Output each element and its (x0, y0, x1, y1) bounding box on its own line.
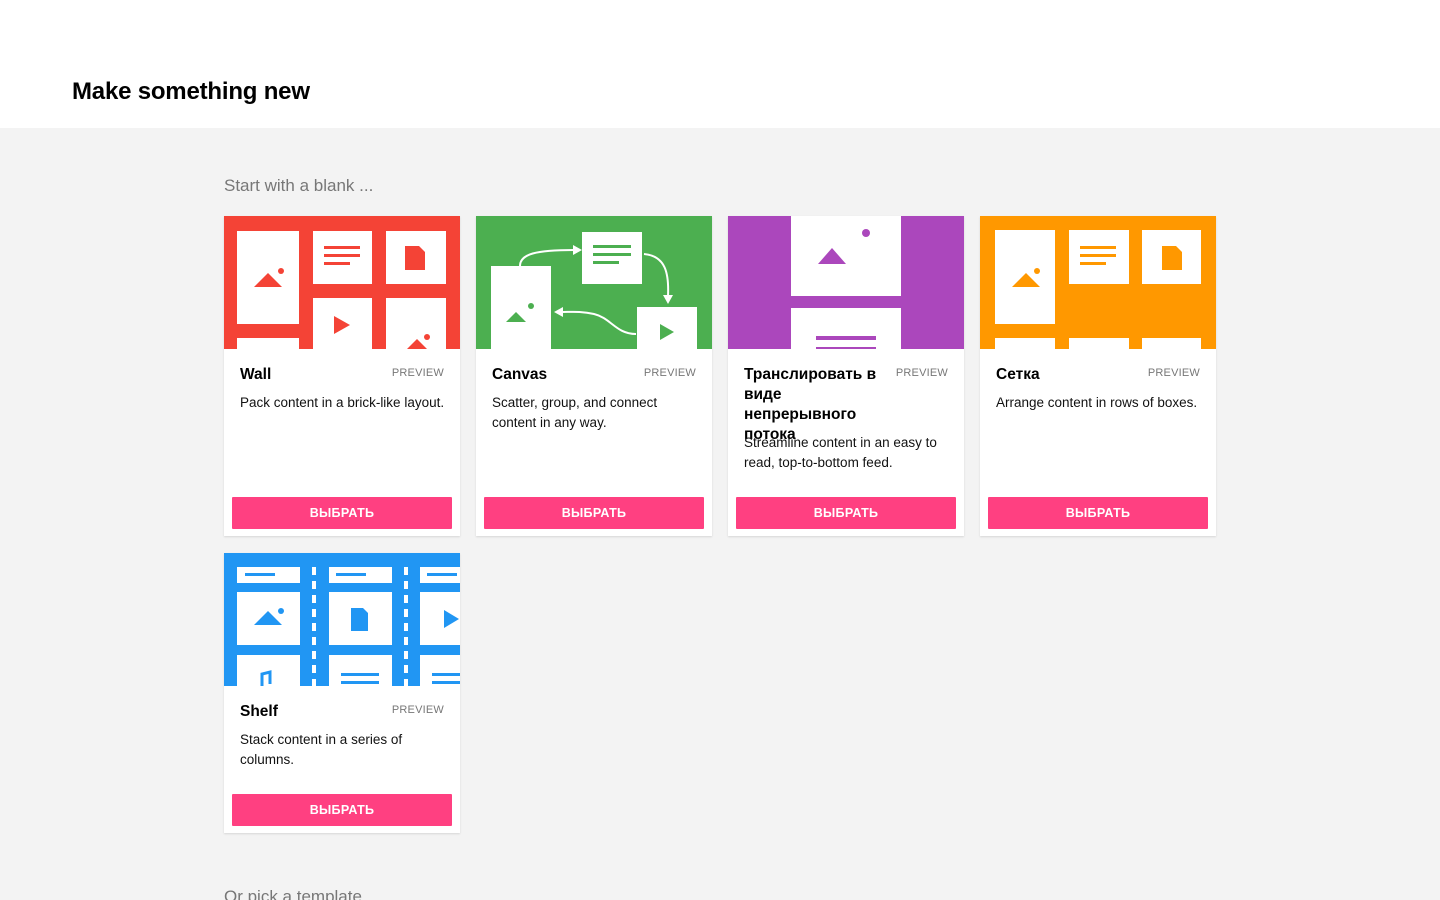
select-stream-button[interactable]: ВЫБРАТЬ (736, 497, 956, 529)
card-description: Scatter, group, and connect content in a… (492, 395, 658, 430)
preview-badge: PREVIEW (391, 367, 444, 379)
canvas-card: Canvas PREVIEW Scatter, group, and conne… (476, 216, 712, 536)
stream-card: Транслировать в виде непрерывного потока… (728, 216, 964, 536)
preview-badge: PREVIEW (1147, 367, 1200, 379)
shelf-card: Shelf PREVIEW Stack content in a series … (224, 553, 460, 833)
card-description: Stack content in a series of columns. (240, 732, 403, 767)
card-description: Streamline content in an easy to read, t… (744, 435, 937, 470)
card-title: Сетка (996, 366, 1040, 383)
wall-thumbnail (224, 216, 460, 349)
shelf-thumbnail (224, 553, 460, 686)
canvas-thumbnail (476, 216, 712, 349)
stream-thumbnail (728, 216, 964, 349)
select-grid-button[interactable]: ВЫБРАТЬ (988, 497, 1208, 529)
top-bar: Make something new (0, 0, 1440, 128)
card-title: Canvas (492, 366, 548, 383)
select-shelf-button[interactable]: ВЫБРАТЬ (232, 794, 452, 826)
preview-badge: PREVIEW (895, 367, 948, 379)
blank-section-label: Start with a blank ... (224, 176, 374, 195)
preview-badge: PREVIEW (643, 367, 696, 379)
select-canvas-button[interactable]: ВЫБРАТЬ (484, 497, 704, 529)
card-title: Wall (240, 366, 272, 383)
grid-thumbnail (980, 216, 1216, 349)
card-title: Shelf (240, 703, 278, 720)
template-section-label: Or pick a template ... (224, 887, 381, 900)
preview-badge: PREVIEW (391, 704, 444, 716)
page-title: Make something new (72, 78, 310, 105)
card-description: Pack content in a brick-like layout. (240, 395, 445, 410)
select-wall-button[interactable]: ВЫБРАТЬ (232, 497, 452, 529)
grid-card: Сетка PREVIEW Arrange content in rows of… (980, 216, 1216, 536)
wall-card: Wall PREVIEW Pack content in a brick-lik… (224, 216, 460, 536)
card-description: Arrange content in rows of boxes. (996, 395, 1198, 410)
